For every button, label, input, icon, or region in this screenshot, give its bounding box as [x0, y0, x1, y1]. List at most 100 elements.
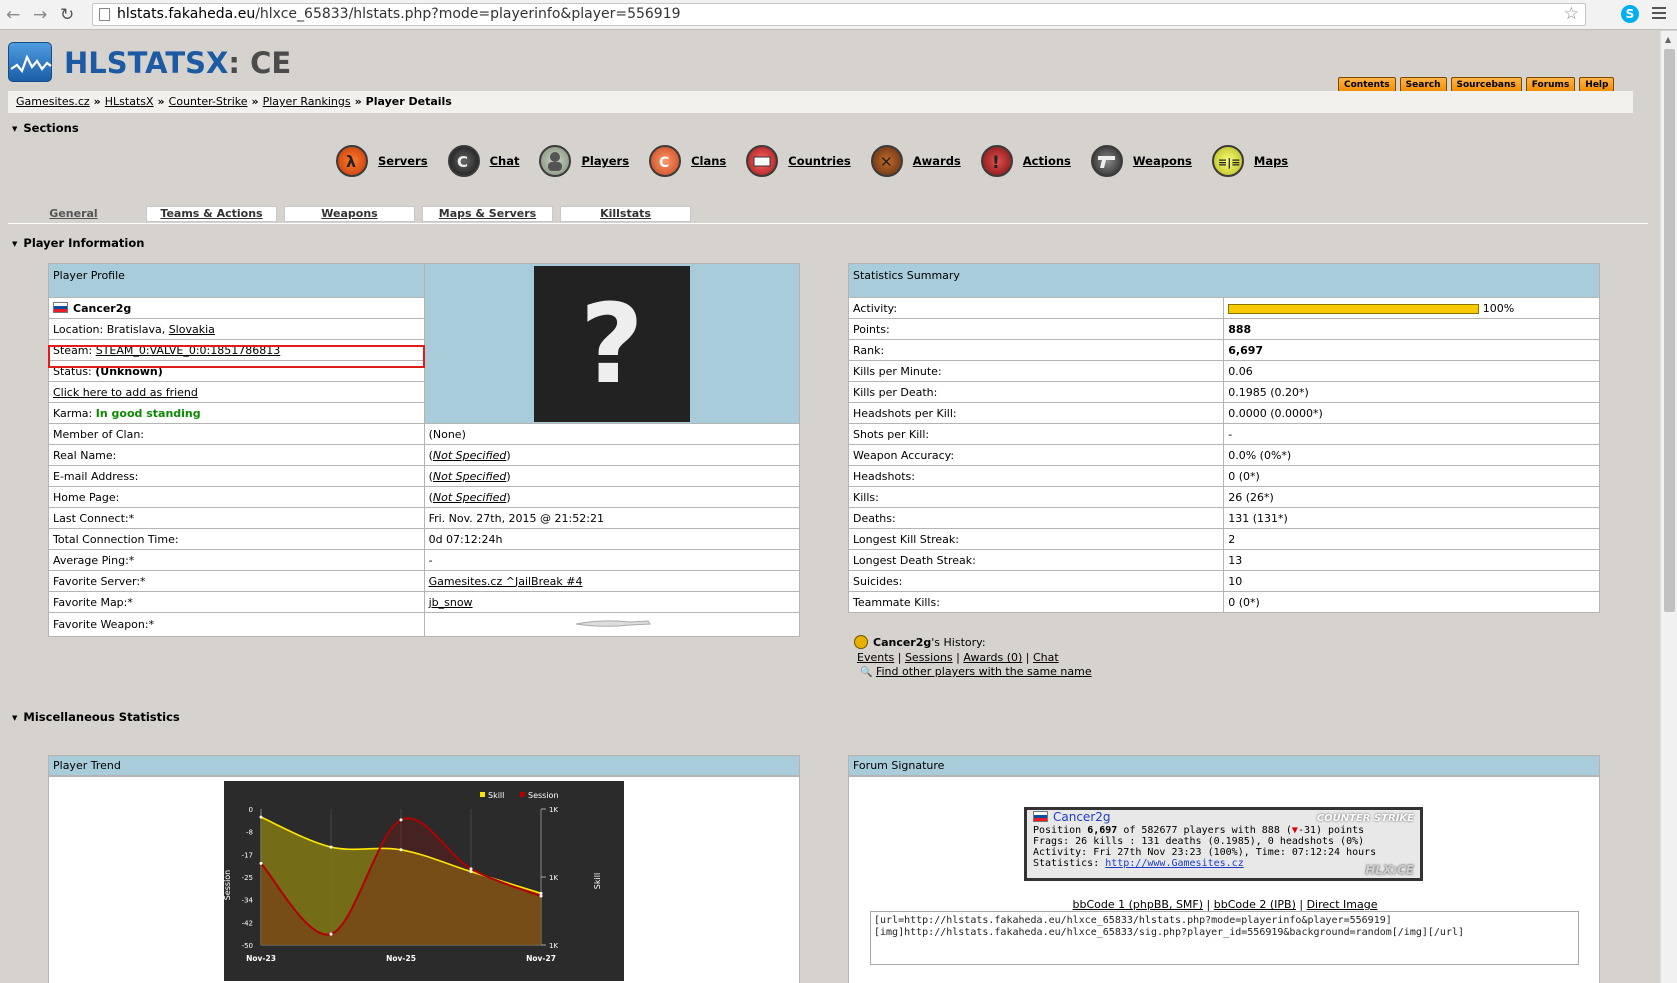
data-point-session	[259, 861, 263, 865]
history-events-link[interactable]: Events	[857, 651, 894, 664]
address-bar[interactable]: hlstats.fakaheda.eu/hlxce_65833/hlstats.…	[92, 3, 1586, 26]
data-point-skill	[399, 848, 403, 852]
profile-label: Home Page:	[48, 486, 425, 508]
data-point-skill	[469, 870, 473, 874]
svg-text:✕: ✕	[880, 153, 893, 171]
stat-value: 0 (0*)	[1223, 465, 1600, 487]
avatar: ?	[533, 265, 690, 422]
player-profile-table: Player Profile ? Cancer2g Location: Brat…	[48, 263, 801, 637]
forum-signature-panel: Forum Signature Cancer2g Position 6,697 …	[848, 755, 1600, 983]
section-players[interactable]: Players	[539, 145, 629, 177]
stat-label: Kills:	[847, 486, 1225, 508]
stat-value: 6,697	[1223, 339, 1600, 361]
stat-label: Weapon Accuracy:	[847, 444, 1225, 466]
profile-label: Member of Clan:	[48, 423, 425, 445]
sections-heading[interactable]: Sections	[12, 121, 78, 135]
hlstats-logo-icon[interactable]	[8, 42, 52, 82]
reload-icon[interactable]: ↻	[60, 5, 74, 25]
tab-general[interactable]: General	[8, 206, 139, 222]
breadcrumb-counter-strike[interactable]: Counter-Strike	[169, 95, 248, 108]
section-clans[interactable]: C Clans	[649, 145, 726, 177]
profile-label: Favorite Weapon:*	[48, 612, 425, 637]
breadcrumb-hlstatsx[interactable]: HLstatsX	[105, 95, 154, 108]
section-actions[interactable]: ! Actions	[980, 145, 1071, 177]
back-icon[interactable]: ←	[6, 5, 20, 25]
stat-label: Points:	[847, 318, 1225, 340]
scroll-up-icon[interactable]: ▲	[1665, 35, 1671, 44]
scroll-thumb[interactable]	[1664, 49, 1675, 612]
stat-value: 10	[1223, 570, 1600, 592]
data-point-session	[399, 818, 403, 822]
section-awards[interactable]: ✕ Awards	[870, 145, 961, 177]
history-sessions-link[interactable]: Sessions	[905, 651, 953, 664]
bbcode1-link[interactable]: bbCode 1 (phpBB, SMF)	[1073, 898, 1204, 911]
site-logo[interactable]: HLSTATSX: CE	[64, 46, 291, 80]
signature-code-links: bbCode 1 (phpBB, SMF) | bbCode 2 (IPB) |…	[1072, 898, 1378, 911]
favorite-map-link[interactable]: jb_snow	[429, 596, 473, 609]
history-awards-link[interactable]: Awards (0)	[963, 651, 1022, 664]
page-content: HLSTATSX: CE Contents Search Sourcebans …	[0, 31, 1660, 983]
search-icon: 🔍	[860, 667, 873, 678]
vertical-scrollbar[interactable]: ▲	[1660, 31, 1677, 983]
direct-image-link[interactable]: Direct Image	[1307, 898, 1378, 911]
statistics-summary-header: Statistics Summary	[848, 263, 1600, 298]
add-friend-link[interactable]: Click here to add as friend	[53, 386, 198, 399]
player-name-cell: Cancer2g	[48, 297, 425, 319]
activity-cell: 100%	[1223, 297, 1600, 319]
favorite-weapon-cell	[423, 612, 801, 637]
weapons-icon	[1090, 145, 1123, 177]
profile-label: E-mail Address:	[48, 465, 425, 487]
not-specified-link[interactable]: Not Specified	[433, 470, 506, 483]
section-chat[interactable]: C Chat	[447, 145, 519, 177]
player-trend-panel: Player Trend 0 -8 -17 -25 -34 -42 -50 1K 1K 1K N…	[48, 755, 800, 983]
forward-icon[interactable]: →	[33, 5, 47, 25]
profile-value: Gamesites.cz ^JailBreak #4	[423, 570, 801, 592]
tab-weapons[interactable]: Weapons	[284, 206, 415, 222]
tab-maps-servers[interactable]: Maps & Servers	[422, 206, 553, 222]
not-specified-link[interactable]: Not Specified	[433, 449, 506, 462]
stat-label: Longest Kill Streak:	[847, 528, 1225, 550]
not-specified-link[interactable]: Not Specified	[433, 491, 506, 504]
section-servers[interactable]: λ Servers	[336, 145, 428, 177]
country-link[interactable]: Slovakia	[169, 323, 215, 336]
section-maps[interactable]: ≡|≡ Maps	[1211, 145, 1288, 177]
profile-label: Total Connection Time:	[48, 528, 425, 550]
signature-image[interactable]: Cancer2g Position 6,697 of 582677 player…	[1024, 807, 1423, 881]
profile-label: Average Ping:*	[48, 549, 425, 571]
section-countries[interactable]: Countries	[746, 145, 851, 177]
history-chat-link[interactable]: Chat	[1033, 651, 1059, 664]
player-profile-header: Player Profile	[48, 263, 425, 298]
skype-extension-icon[interactable]: S	[1621, 5, 1639, 23]
stat-label: Headshots:	[847, 465, 1225, 487]
signature-code-textarea[interactable]: [url=http://hlstats.fakaheda.eu/hlxce_65…	[870, 911, 1579, 965]
data-point-session	[539, 894, 543, 898]
profile-value: -	[423, 549, 801, 571]
browser-menu-icon[interactable]	[1652, 7, 1666, 22]
knife-weapon-icon[interactable]	[572, 615, 652, 631]
favorite-server-link[interactable]: Gamesites.cz ^JailBreak #4	[429, 575, 583, 588]
y2-axis-label: Skill	[593, 873, 602, 889]
tab-teams-actions[interactable]: Teams & Actions	[146, 206, 277, 222]
statistics-summary-table: Statistics Summary Activity: 100% Points…	[847, 263, 1600, 613]
data-point-session	[469, 867, 473, 871]
misc-statistics-heading[interactable]: Miscellaneous Statistics	[12, 710, 179, 724]
bookmark-star-icon[interactable]: ☆	[1564, 4, 1579, 24]
stat-label: Longest Death Streak:	[847, 549, 1225, 571]
breadcrumb-player-rankings[interactable]: Player Rankings	[263, 95, 351, 108]
forum-signature-header: Forum Signature	[848, 755, 1600, 776]
tab-killstats[interactable]: Killstats	[560, 206, 691, 222]
legend-swatch-session	[520, 792, 525, 797]
player-trend-body: 0 -8 -17 -25 -34 -42 -50 1K 1K 1K Nov-23 Nov-25 No…	[48, 776, 800, 983]
stat-value: 0 (0*)	[1223, 591, 1600, 613]
legend-label-session: Session	[528, 791, 559, 800]
section-weapons[interactable]: Weapons	[1090, 145, 1192, 177]
breadcrumb-gamesites[interactable]: Gamesites.cz	[16, 95, 90, 108]
stat-label: Headshots per Kill:	[847, 402, 1225, 424]
bbcode2-link[interactable]: bbCode 2 (IPB)	[1214, 898, 1296, 911]
karma-value: In good standing	[95, 406, 201, 420]
find-same-name-link[interactable]: Find other players with the same name	[876, 665, 1092, 678]
player-information-heading[interactable]: Player Information	[12, 236, 144, 250]
forum-signature-body: Cancer2g Position 6,697 of 582677 player…	[848, 776, 1600, 983]
svg-text:C: C	[659, 155, 669, 171]
y-tick-label: -25	[242, 874, 253, 882]
